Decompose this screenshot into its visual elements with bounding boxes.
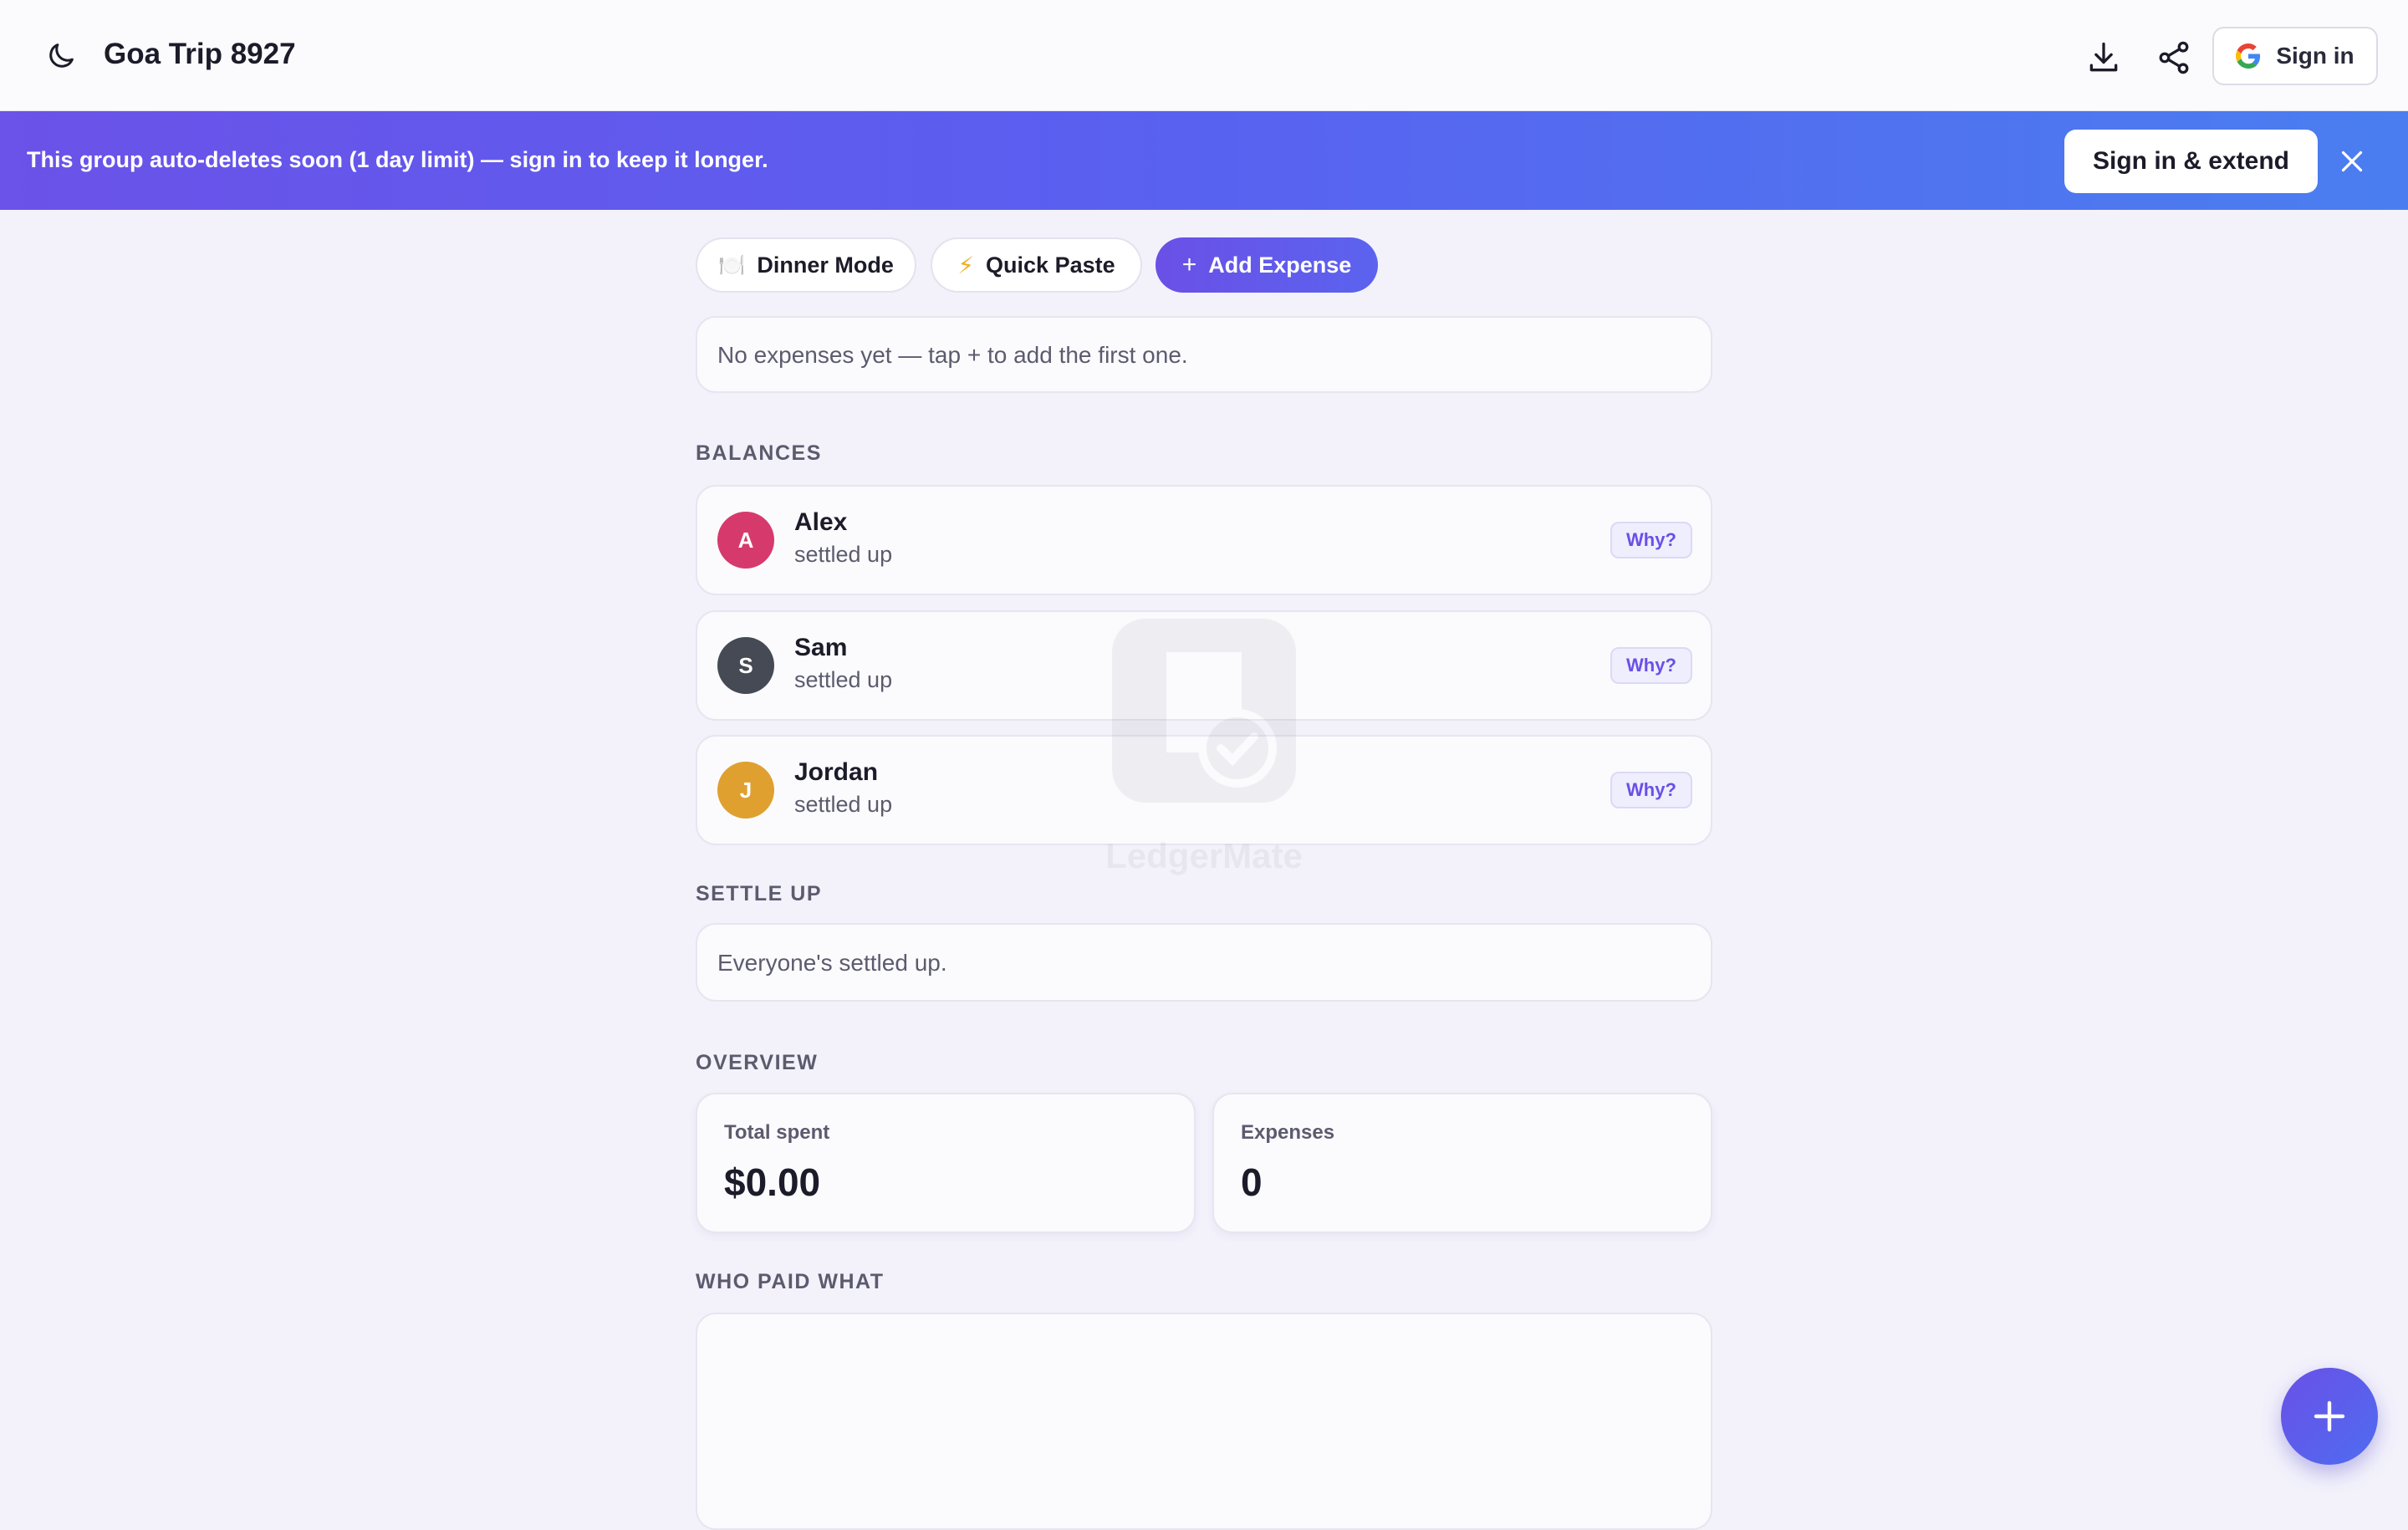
why-button[interactable]: Why? xyxy=(1610,647,1692,684)
dinner-mode-button[interactable]: 🍽️ Dinner Mode xyxy=(696,237,916,293)
auto-delete-banner: This group auto-deletes soon (1 day limi… xyxy=(0,111,2408,210)
balance-row: S Sam settled up Why? xyxy=(696,610,1712,721)
plate-icon: 🍽️ xyxy=(718,252,746,278)
banner-close-button[interactable] xyxy=(2333,142,2371,181)
avatar: A xyxy=(717,512,774,569)
google-icon xyxy=(2236,43,2261,69)
why-button[interactable]: Why? xyxy=(1610,772,1692,808)
expenses-count-label: Expenses xyxy=(1241,1121,1335,1144)
share-button[interactable] xyxy=(2150,33,2198,82)
quick-paste-label: Quick Paste xyxy=(986,252,1115,278)
lightning-icon: ⚡ xyxy=(957,252,975,278)
person-status: settled up xyxy=(794,792,893,817)
overview-heading: OVERVIEW xyxy=(696,1051,819,1074)
settle-up-message: Everyone's settled up. xyxy=(717,950,947,976)
who-paid-heading: WHO PAID WHAT xyxy=(696,1270,885,1293)
person-name: Alex xyxy=(794,508,848,536)
avatar: J xyxy=(717,762,774,819)
avatar: S xyxy=(717,637,774,694)
plus-icon: + xyxy=(1181,251,1197,278)
quick-paste-button[interactable]: ⚡ Quick Paste xyxy=(931,237,1142,293)
download-icon xyxy=(2089,42,2118,72)
who-paid-card xyxy=(696,1313,1712,1530)
share-icon xyxy=(2159,41,2189,74)
sign-in-extend-button[interactable]: Sign in & extend xyxy=(2064,130,2318,193)
person-status: settled up xyxy=(794,542,893,567)
group-title: Goa Trip 8927 xyxy=(104,38,296,70)
google-sign-in-button[interactable]: Sign in xyxy=(2212,27,2378,85)
expenses-empty-card: No expenses yet — tap + to add the first… xyxy=(696,316,1712,393)
app-header: Goa Trip 8927 Sign in xyxy=(0,0,2408,111)
person-status: settled up xyxy=(794,667,893,692)
total-spent-label: Total spent xyxy=(724,1121,830,1144)
banner-message: This group auto-deletes soon (1 day limi… xyxy=(27,147,768,172)
balances-heading: BALANCES xyxy=(696,441,822,465)
balance-row: J Jordan settled up Why? xyxy=(696,735,1712,845)
empty-expenses-message: No expenses yet — tap + to add the first… xyxy=(717,342,1188,368)
moon-icon xyxy=(49,43,74,68)
add-expense-button[interactable]: + Add Expense xyxy=(1156,237,1378,293)
person-name: Sam xyxy=(794,634,848,661)
balance-row: A Alex settled up Why? xyxy=(696,485,1712,595)
add-expense-fab[interactable] xyxy=(2281,1368,2378,1465)
settle-up-card: Everyone's settled up. xyxy=(696,923,1712,1002)
download-button[interactable] xyxy=(2079,33,2128,82)
dinner-mode-label: Dinner Mode xyxy=(757,252,894,278)
add-expense-label: Add Expense xyxy=(1208,252,1352,278)
expenses-count-card: Expenses 0 xyxy=(1212,1093,1712,1233)
expenses-count-value: 0 xyxy=(1241,1160,1263,1204)
person-name: Jordan xyxy=(794,758,879,786)
total-spent-value: $0.00 xyxy=(724,1160,821,1204)
why-button[interactable]: Why? xyxy=(1610,522,1692,558)
sign-in-label: Sign in xyxy=(2276,43,2354,69)
total-spent-card: Total spent $0.00 xyxy=(696,1093,1196,1233)
settle-up-heading: SETTLE UP xyxy=(696,882,823,905)
plus-icon xyxy=(2314,1400,2345,1432)
close-icon xyxy=(2341,150,2363,172)
dark-mode-toggle[interactable] xyxy=(42,37,80,75)
